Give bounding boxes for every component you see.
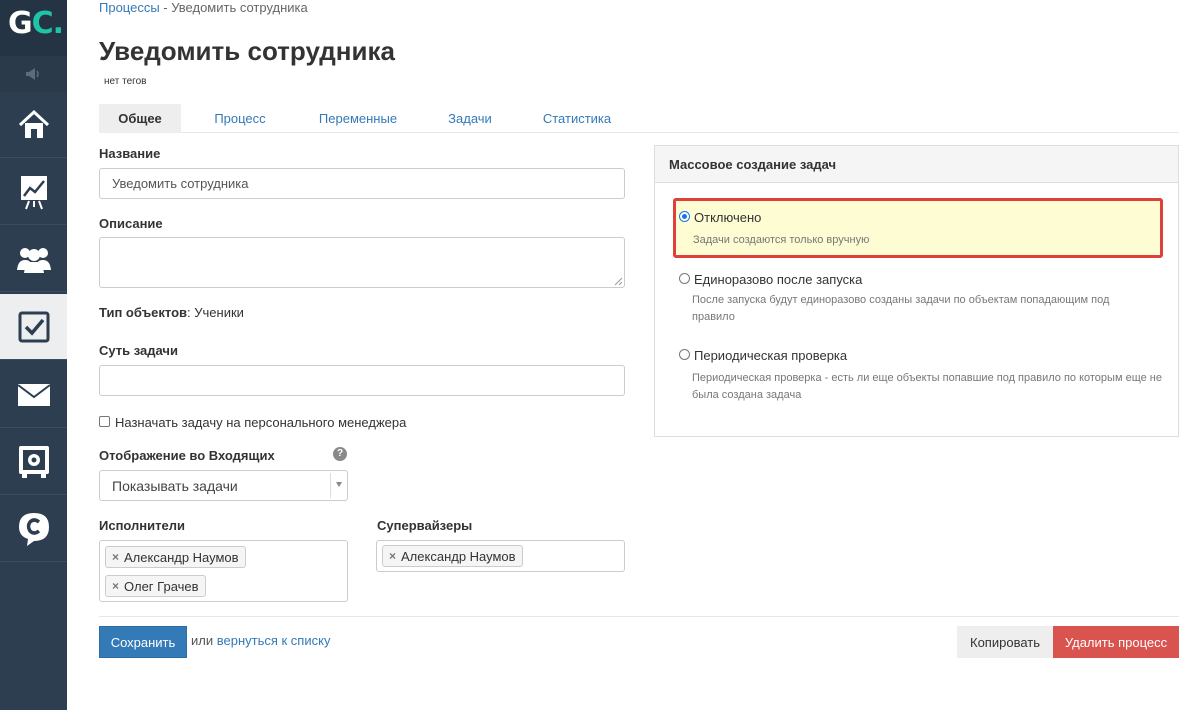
highlight-box [673,198,1163,258]
radio-once-after-start[interactable] [679,273,690,284]
tab-bar: Общее Процесс Переменные Задачи Статисти… [99,104,1179,133]
logo-text: GC. [8,6,64,41]
users-icon [16,247,51,273]
inbox-display-value: Показывать задачи [112,477,238,494]
remove-chip-icon[interactable]: × [112,550,119,564]
mail-icon [16,383,51,406]
tasks-checkbox-icon [18,311,49,342]
inbox-display-label: Отображение во Входящих [99,448,275,463]
tab-variables[interactable]: Переменные [311,104,405,133]
tags-label[interactable]: нет тегов [104,76,146,87]
option-disabled-desc: Задачи создаются только вручную [693,234,870,246]
tab-process[interactable]: Процесс [199,104,281,133]
sidebar-item-chat[interactable] [0,496,67,562]
sidebar-item-home[interactable] [0,92,67,158]
option-periodic-desc: Периодическая проверка - есть ли еще объ… [692,372,1162,401]
tab-tasks[interactable]: Задачи [438,104,502,133]
select-divider [330,473,331,498]
breadcrumb-current: Уведомить сотрудника [171,0,308,15]
executors-field[interactable]: × Александр Наумов × Олег Грачев [99,540,348,602]
safe-icon [18,445,49,478]
breadcrumb-processes-link[interactable]: Процессы [99,0,160,15]
panel-title: Массовое создание задач [655,146,1178,183]
supervisor-chip: × Александр Наумов [382,545,523,567]
sidebar-item-mail[interactable] [0,362,67,428]
option-once-label[interactable]: Единоразово после запуска [694,272,862,287]
inbox-display-select[interactable]: Показывать задачи [99,470,348,501]
delete-process-button[interactable]: Удалить процесс [1053,626,1179,658]
assign-manager-label[interactable]: Назначать задачу на персонального менедж… [115,415,406,430]
description-label: Описание [99,216,163,231]
radio-periodic-check[interactable] [679,349,690,360]
sidebar-item-reports[interactable] [0,159,67,225]
footer-divider [99,616,1179,617]
announcements-icon[interactable] [0,56,67,92]
name-label: Название [99,146,161,161]
tab-statistics[interactable]: Статистика [539,104,615,133]
copy-button[interactable]: Копировать [957,626,1053,658]
sidebar-item-safe[interactable] [0,429,67,495]
chat-icon [18,512,49,546]
name-input[interactable]: Уведомить сотрудника [99,168,625,199]
help-icon[interactable]: ? [333,447,347,461]
remove-chip-icon[interactable]: × [389,549,396,563]
radio-disabled[interactable] [679,211,690,222]
resize-grip-icon[interactable] [614,277,622,285]
executor-chip: × Александр Наумов [105,546,246,568]
chevron-down-icon [336,482,342,487]
task-essence-label: Суть задачи [99,343,178,358]
sidebar: GC. [0,0,67,710]
description-textarea[interactable] [99,237,625,288]
sidebar-item-tasks[interactable] [0,294,67,360]
breadcrumb: Процессы - Уведомить сотрудника [99,0,308,15]
sidebar-item-users[interactable] [0,226,67,292]
home-icon [18,109,49,138]
save-button[interactable]: Сохранить [99,626,187,658]
executor-chip: × Олег Грачев [105,575,206,597]
chart-icon [20,175,47,209]
task-essence-input[interactable] [99,365,625,396]
supervisors-field[interactable]: × Александр Наумов [376,540,625,572]
object-type: Тип объектов: Ученики [99,305,244,320]
supervisors-label: Супервайзеры [377,518,473,533]
remove-chip-icon[interactable]: × [112,579,119,593]
assign-manager-checkbox[interactable] [99,416,110,427]
executors-label: Исполнители [99,518,185,533]
back-to-list-link[interactable]: вернуться к списку [217,633,331,648]
option-once-desc: После запуска будут единоразово созданы … [692,294,1110,323]
option-disabled-label[interactable]: Отключено [694,210,761,225]
page-title: Уведомить сотрудника [99,36,395,66]
or-back-text: или вернуться к списку [191,633,331,648]
app-logo[interactable]: GC. [0,0,67,56]
option-periodic-label[interactable]: Периодическая проверка [694,348,847,363]
tab-general[interactable]: Общее [99,104,181,133]
